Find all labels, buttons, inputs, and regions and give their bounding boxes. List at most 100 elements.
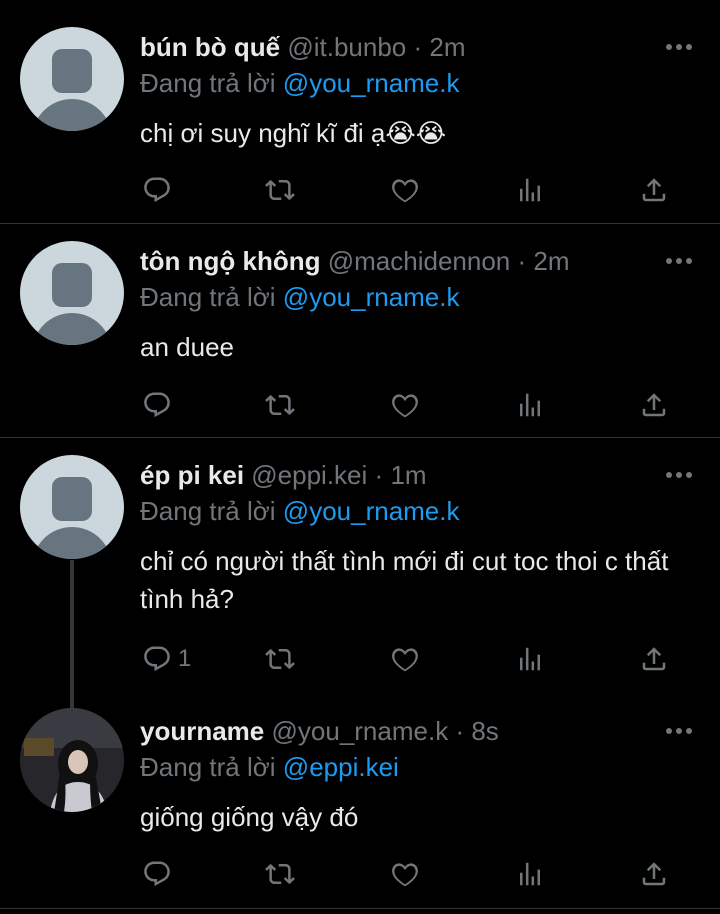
tweet-text: an duee — [140, 332, 234, 362]
separator-dot: · — [374, 460, 384, 490]
reply-icon — [142, 644, 172, 674]
share-icon — [639, 644, 669, 674]
avatar[interactable] — [20, 708, 124, 812]
more-icon[interactable] — [664, 468, 694, 482]
tweet-text: chị ơi suy nghĩ kĩ đi ạ😭😭 — [140, 118, 447, 148]
tweet-text: chỉ có người thất tình mới đi cut toc th… — [140, 546, 669, 614]
tweet-header: bún bò quế @it.bunbo · 2m — [140, 32, 466, 63]
default-avatar-head — [52, 477, 92, 521]
reply-count: 1 — [178, 645, 192, 672]
retweet-button[interactable] — [265, 175, 295, 205]
profile-photo — [20, 708, 124, 812]
like-button[interactable] — [390, 175, 420, 205]
username[interactable]: @eppi.kei — [251, 460, 367, 490]
views-button[interactable] — [515, 859, 545, 889]
share-button[interactable] — [639, 390, 669, 420]
separator-dot: · — [413, 32, 423, 62]
share-button[interactable] — [639, 644, 669, 674]
default-avatar-body — [32, 99, 112, 131]
action-bar: 1 — [140, 644, 680, 674]
replying-to-label: Đang trả lời — [140, 496, 276, 526]
like-button[interactable] — [390, 644, 420, 674]
replying-to-mention[interactable]: @you_rname.k — [283, 68, 460, 98]
username[interactable]: @machidennon — [328, 246, 511, 276]
replying-to-mention[interactable]: @eppi.kei — [283, 752, 399, 782]
divider — [0, 908, 720, 909]
display-name[interactable]: yourname — [140, 716, 264, 746]
more-icon[interactable] — [664, 724, 694, 738]
replying-to: Đang trả lời @you_rname.k — [140, 496, 460, 527]
avatar[interactable] — [20, 241, 124, 345]
tweet-header: yourname @you_rname.k · 8s — [140, 716, 499, 747]
reply-icon — [142, 390, 172, 420]
views-button[interactable] — [515, 644, 545, 674]
reply-button[interactable]: 1 — [142, 644, 191, 674]
replying-to-mention[interactable]: @you_rname.k — [283, 496, 460, 526]
like-icon — [390, 390, 420, 420]
share-button[interactable] — [639, 859, 669, 889]
avatar[interactable] — [20, 455, 124, 559]
views-button[interactable] — [515, 175, 545, 205]
separator-dot: · — [517, 246, 527, 276]
like-icon — [390, 859, 420, 889]
replying-to-label: Đang trả lời — [140, 752, 276, 782]
share-icon — [639, 859, 669, 889]
tweet-header: ép pi kei @eppi.kei · 1m — [140, 460, 427, 491]
replying-to-label: Đang trả lời — [140, 68, 276, 98]
retweet-icon — [265, 859, 295, 889]
separator-dot: · — [455, 716, 465, 746]
share-button[interactable] — [639, 175, 669, 205]
display-name[interactable]: ép pi kei — [140, 460, 244, 490]
share-icon — [639, 390, 669, 420]
display-name[interactable]: tôn ngộ không — [140, 246, 321, 276]
retweet-icon — [265, 175, 295, 205]
timestamp[interactable]: 2m — [533, 246, 569, 276]
retweet-button[interactable] — [265, 390, 295, 420]
retweet-icon — [265, 390, 295, 420]
reply-button[interactable] — [142, 175, 178, 205]
replying-to-mention[interactable]: @you_rname.k — [283, 282, 460, 312]
views-icon — [515, 175, 545, 205]
username[interactable]: @you_rname.k — [272, 716, 449, 746]
tweet[interactable]: yourname @you_rname.k · 8s Đang trả lời … — [0, 700, 720, 914]
action-bar — [140, 390, 680, 420]
like-button[interactable] — [390, 859, 420, 889]
reply-button[interactable] — [142, 859, 178, 889]
like-button[interactable] — [390, 390, 420, 420]
timestamp[interactable]: 8s — [471, 716, 498, 746]
like-icon — [390, 644, 420, 674]
views-icon — [515, 390, 545, 420]
default-avatar-head — [52, 263, 92, 307]
replying-to: Đang trả lời @you_rname.k — [140, 68, 460, 99]
username[interactable]: @it.bunbo — [287, 32, 406, 62]
replying-to: Đang trả lời @you_rname.k — [140, 282, 460, 313]
reply-icon — [142, 175, 172, 205]
reply-icon — [142, 859, 172, 889]
more-icon[interactable] — [664, 40, 694, 54]
default-avatar-body — [32, 527, 112, 559]
more-icon[interactable] — [664, 254, 694, 268]
timestamp[interactable]: 1m — [390, 460, 426, 490]
action-bar — [140, 859, 680, 889]
action-bar — [140, 175, 680, 205]
replying-to: Đang trả lời @eppi.kei — [140, 752, 399, 783]
like-icon — [390, 175, 420, 205]
reply-button[interactable] — [142, 390, 178, 420]
retweet-button[interactable] — [265, 859, 295, 889]
default-avatar-head — [52, 49, 92, 93]
views-icon — [515, 859, 545, 889]
timestamp[interactable]: 2m — [429, 32, 465, 62]
tweet[interactable]: tôn ngộ không @machidennon · 2m Đang trả… — [0, 224, 720, 436]
views-button[interactable] — [515, 390, 545, 420]
tweet-header: tôn ngộ không @machidennon · 2m — [140, 246, 570, 277]
tweet[interactable]: ép pi kei @eppi.kei · 1m Đang trả lời @y… — [0, 438, 720, 688]
retweet-button[interactable] — [265, 644, 295, 674]
default-avatar-body — [32, 313, 112, 345]
views-icon — [515, 644, 545, 674]
replying-to-label: Đang trả lời — [140, 282, 276, 312]
tweet[interactable]: bún bò quế @it.bunbo · 2m Đang trả lời @… — [0, 0, 720, 222]
avatar[interactable] — [20, 27, 124, 131]
share-icon — [639, 175, 669, 205]
display-name[interactable]: bún bò quế — [140, 32, 280, 62]
retweet-icon — [265, 644, 295, 674]
